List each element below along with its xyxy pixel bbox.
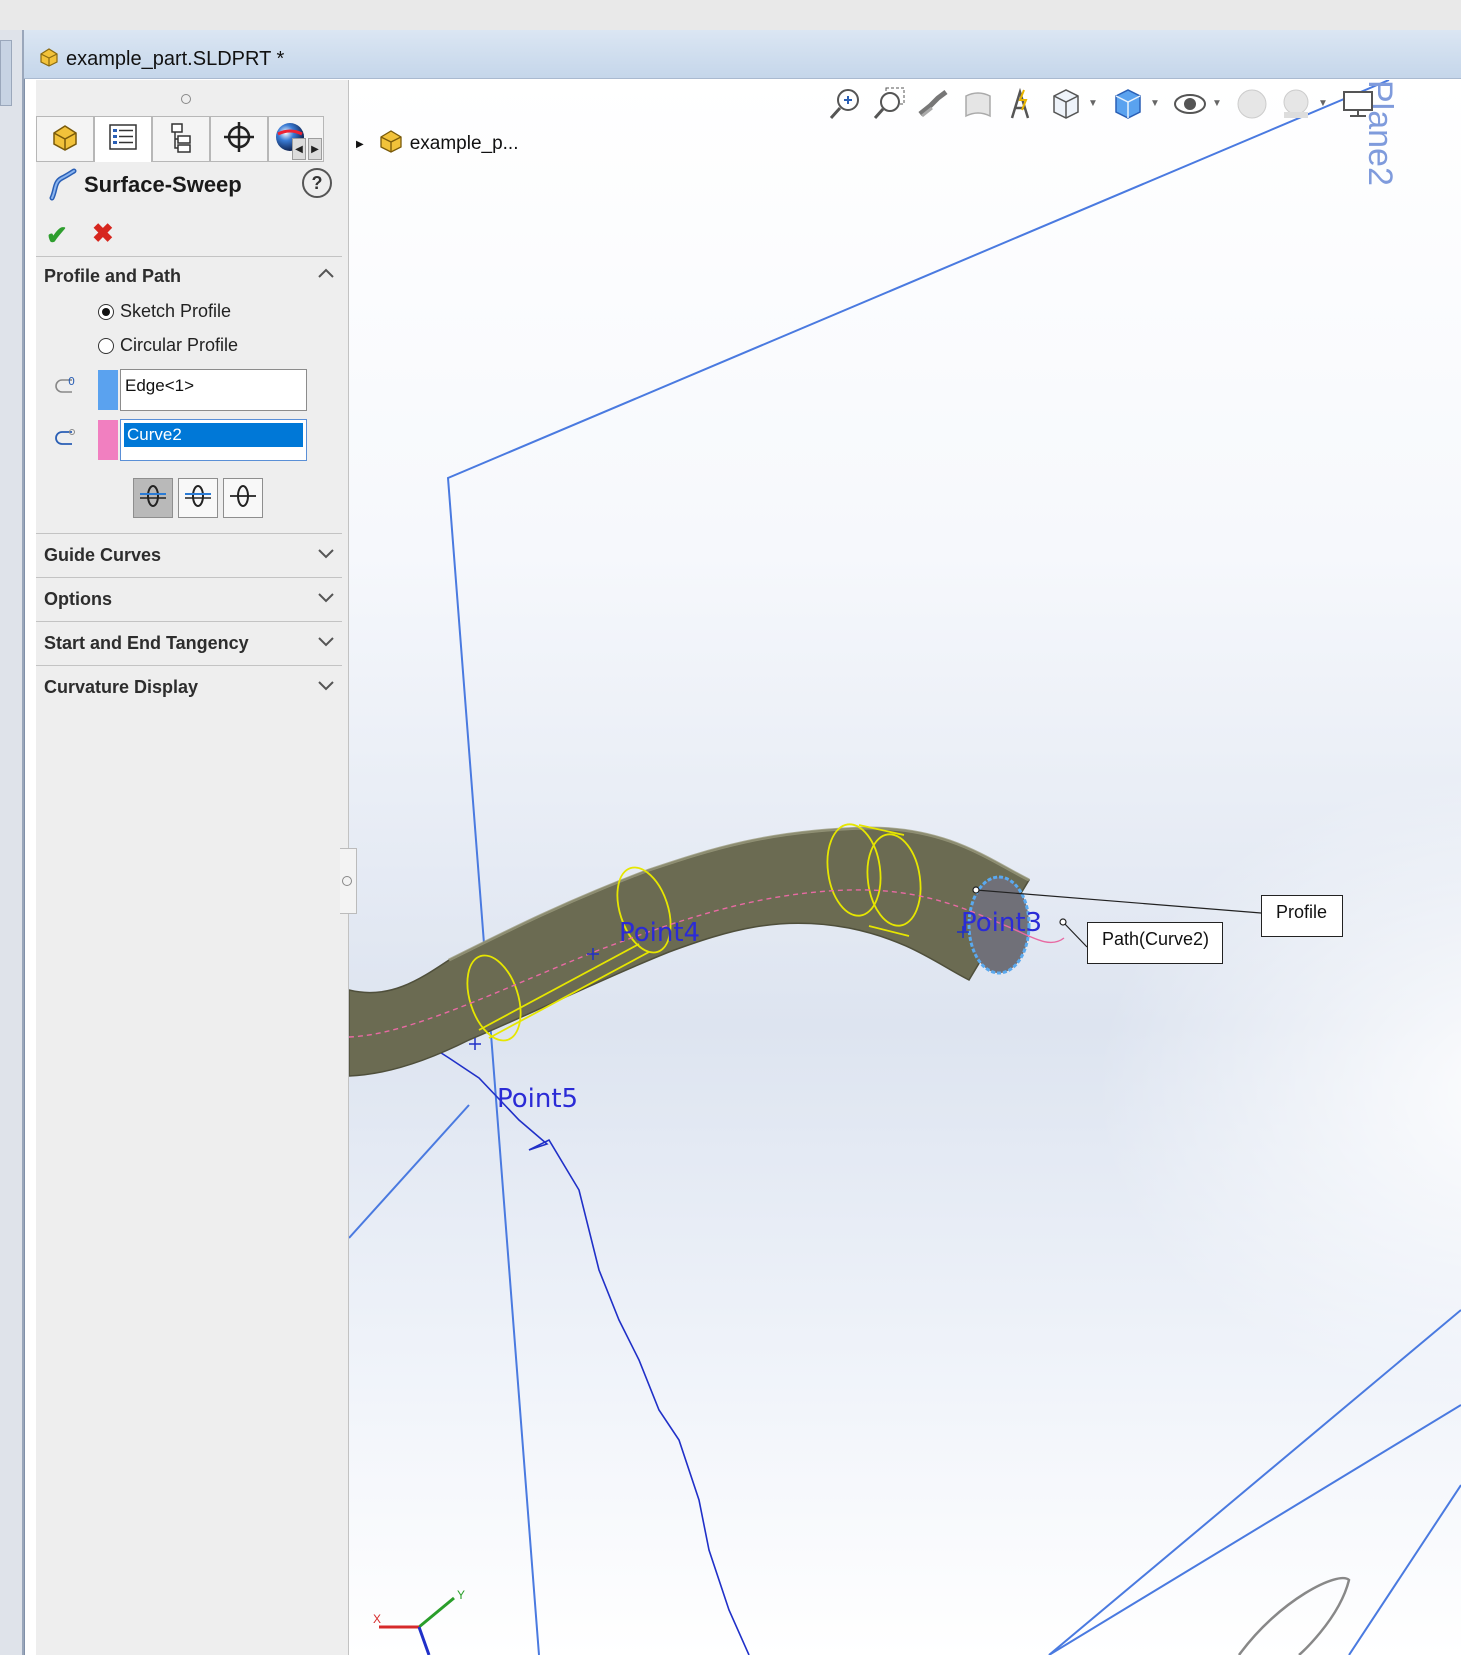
profile-color-swatch (98, 370, 118, 410)
sweep-surface (349, 827, 1031, 1077)
path-callout-text: Path(Curve2) (1102, 929, 1210, 949)
point3-label[interactable]: Point3 (961, 908, 1042, 938)
divider (36, 621, 342, 622)
divider (36, 665, 342, 666)
crosshair-icon (222, 120, 256, 159)
panel-grip[interactable] (181, 94, 191, 104)
path-callout[interactable]: Path(Curve2) (1087, 922, 1223, 964)
part-icon (378, 128, 404, 160)
profile-twist-normal-icon (228, 481, 258, 516)
divider (36, 577, 342, 578)
radio-circular-profile[interactable]: Circular Profile (98, 335, 238, 356)
chevron-down-icon[interactable] (317, 546, 335, 564)
radio-label: Sketch Profile (120, 301, 232, 321)
ok-button[interactable]: ✔ (46, 220, 68, 251)
breadcrumb[interactable]: ▶ example_p... (356, 128, 519, 160)
chevron-down-icon[interactable] (317, 678, 335, 696)
graphics-viewport[interactable]: Plane2 Point4 Point5 Point3 Profile Path… (349, 80, 1461, 1655)
group-title-start-end-tangency[interactable]: Start and End Tangency (44, 633, 249, 654)
cancel-button[interactable]: ✖ (92, 218, 114, 249)
path-selection-icon (50, 424, 80, 459)
profile-selection-box[interactable]: Edge<1> (120, 369, 307, 411)
tab-featuremanager[interactable] (36, 116, 94, 162)
group-title-profile-and-path[interactable]: Profile and Path (44, 266, 181, 287)
document-title-bar: example_part.SLDPRT * (24, 30, 1461, 79)
triad-x-label: X (373, 1612, 382, 1626)
edit-appearance-icon[interactable] (1232, 84, 1272, 124)
configuration-icon (164, 120, 198, 159)
help-button[interactable]: ? (302, 168, 332, 198)
profile-selection-icon: 0 (50, 374, 80, 409)
display-style-dropdown-icon[interactable]: ▼ (1150, 98, 1160, 109)
part-icon (48, 120, 82, 159)
coordinate-triad (379, 1596, 455, 1655)
view-orientation-icon[interactable] (1046, 84, 1086, 124)
profile-twist-none-icon (138, 481, 168, 516)
tab-scroll-left[interactable]: ◀ (292, 138, 306, 160)
breadcrumb-expand-icon[interactable]: ▶ (356, 139, 364, 150)
apply-scene-dropdown-icon[interactable]: ▼ (1318, 98, 1328, 109)
chevron-down-icon[interactable] (317, 634, 335, 652)
manager-tab-strip: ◀ ▶ (36, 116, 348, 162)
align-left-button[interactable] (133, 478, 173, 518)
left-strip-tab[interactable] (0, 40, 12, 106)
breadcrumb-label: example_p... (409, 133, 519, 154)
chevron-down-icon[interactable] (317, 590, 335, 608)
previous-view-icon[interactable] (914, 84, 954, 124)
hide-show-items-icon[interactable] (1170, 84, 1210, 124)
tab-configuration[interactable] (152, 116, 210, 162)
view-orientation-dropdown-icon[interactable]: ▼ (1088, 98, 1098, 109)
model-scene (349, 80, 1461, 1655)
dynamic-annotation-view-icon[interactable] (1002, 84, 1042, 124)
align-center-button[interactable] (178, 478, 218, 518)
section-view-icon[interactable] (958, 84, 998, 124)
group-title-curvature-display[interactable]: Curvature Display (44, 677, 198, 698)
zoom-to-fit-icon[interactable] (826, 84, 866, 124)
display-style-icon[interactable] (1108, 84, 1148, 124)
help-icon: ? (311, 172, 323, 193)
hide-show-dropdown-icon[interactable]: ▼ (1212, 98, 1222, 109)
feature-title: Surface-Sweep (84, 172, 242, 197)
profile-callout-text: Profile (1276, 902, 1328, 922)
tab-dimxpert[interactable] (210, 116, 268, 162)
radio-label: Circular Profile (120, 335, 239, 355)
view-settings-icon[interactable] (1338, 84, 1378, 124)
profile-selection-value: Edge<1> (125, 376, 195, 395)
point4-label[interactable]: Point4 (619, 918, 700, 948)
zoom-to-area-icon[interactable] (870, 84, 910, 124)
apply-scene-icon[interactable] (1276, 84, 1316, 124)
align-right-button[interactable] (223, 478, 263, 518)
tab-propertymanager[interactable] (94, 116, 152, 162)
group-title-guide-curves[interactable]: Guide Curves (44, 545, 161, 566)
panel-collapse-handle[interactable] (340, 848, 357, 914)
path-color-swatch (98, 420, 118, 460)
path-selection-box[interactable]: Curve2 (120, 419, 307, 461)
divider (36, 533, 342, 534)
document-title: example_part.SLDPRT * (66, 48, 285, 70)
tab-scroll-right[interactable]: ▶ (308, 138, 322, 160)
triad-y-label: Y (457, 1588, 466, 1602)
svg-text:0: 0 (68, 375, 75, 388)
profile-twist-follow-icon (183, 481, 213, 516)
part-document-icon (38, 46, 60, 73)
radio-sketch-profile[interactable]: Sketch Profile (98, 301, 231, 322)
divider (36, 256, 342, 257)
group-title-options[interactable]: Options (44, 589, 112, 610)
property-list-icon (106, 120, 140, 159)
path-selection-value: Curve2 (124, 423, 303, 447)
radio-button[interactable] (98, 337, 114, 354)
chevron-up-icon[interactable] (317, 266, 335, 284)
point5-label[interactable]: Point5 (497, 1084, 578, 1114)
profile-callout[interactable]: Profile (1261, 895, 1343, 937)
application-top-bar (0, 0, 1461, 31)
left-window-strip (0, 30, 24, 1655)
radio-button-selected[interactable] (98, 303, 114, 320)
surface-sweep-icon (46, 168, 78, 207)
